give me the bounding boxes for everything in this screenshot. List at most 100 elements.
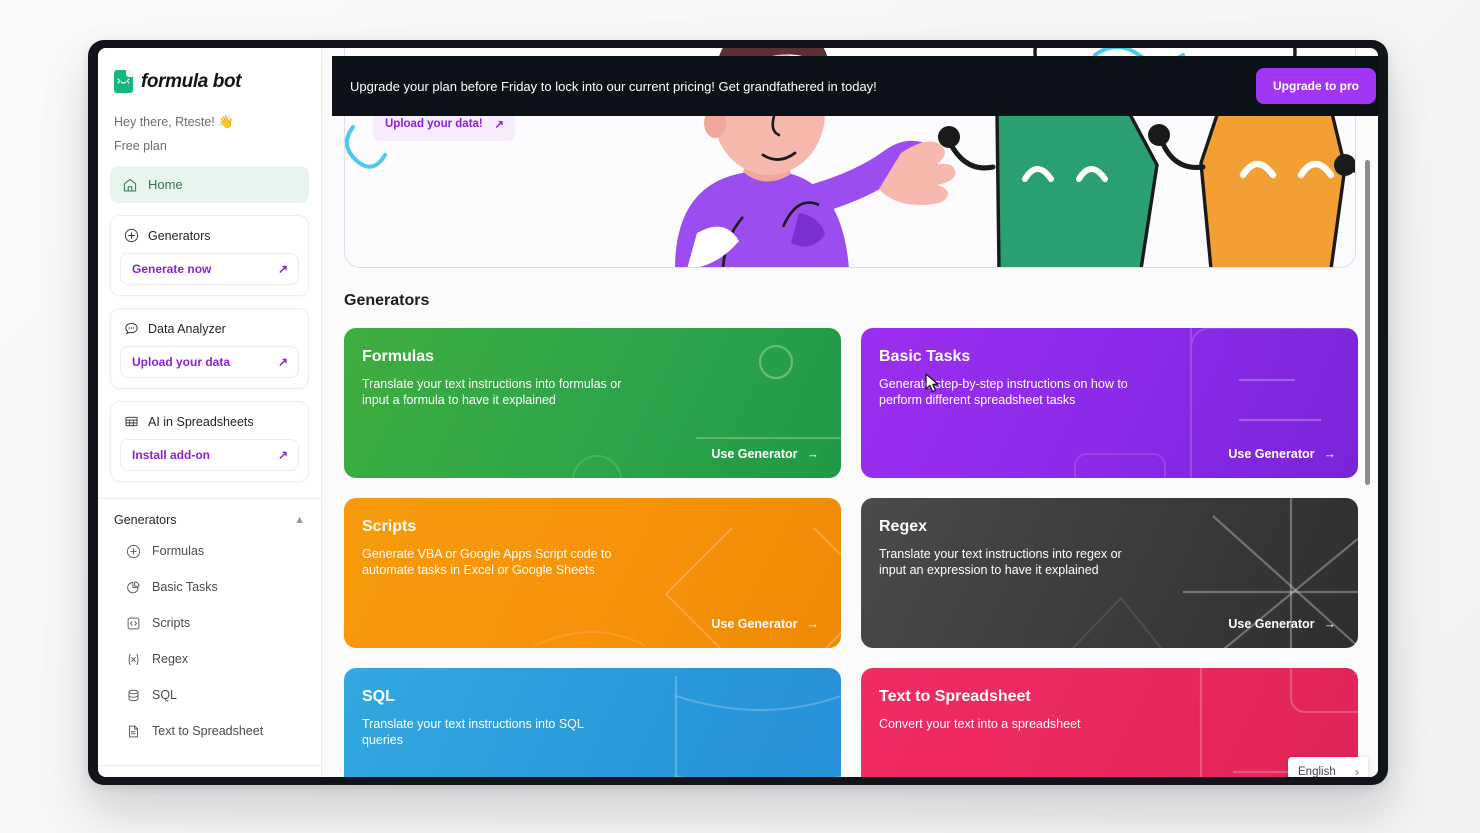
sidebar-card-ai-in-spreadsheets-header: AI in Spreadsheets [120,412,299,429]
sidebar-card-generators-title: Generators [148,228,211,243]
generator-tile-scripts-title: Scripts [362,518,417,535]
sidebar-item-basic-tasks[interactable]: Basic Tasks [98,569,321,605]
chat-dots-icon [125,322,138,335]
generator-tile-text-to-spreadsheet[interactable]: Text to Spreadsheet Convert your text in… [861,668,1358,777]
sidebar-item-home-label: Home [148,177,183,192]
main-content: Upload your data! ↗ Generators Formulas [322,48,1378,777]
page-title: Generators [344,292,430,309]
generator-tile-regex-title: Regex [879,518,928,535]
use-generator-label: Use Generator [1228,617,1315,631]
brand-name: formula bot [141,70,242,92]
use-generator-label: Use Generator [711,447,798,461]
generator-tile-regex[interactable]: Regex Translate your text instructions i… [861,498,1358,648]
generator-tile-sql-description: Translate your text instructions into SQ… [362,717,584,747]
generator-tile-sql-title: SQL [362,688,395,705]
sidebar-card-generators-cta-label: Generate now [132,262,212,276]
app-viewport: formula bot Hey there, Rteste! 👋 Free pl… [98,48,1378,777]
sidebar-item-regex-label: Regex [152,652,189,666]
arrow-right-icon: → [806,617,820,631]
arrow-right-icon: → [1323,447,1337,461]
generator-tile-sql[interactable]: SQL Translate your text instructions int… [344,668,841,777]
pie-chart-icon [127,580,140,593]
sidebar-item-text-to-spreadsheet[interactable]: Text to Spreadsheet [98,713,321,749]
generator-tile-regex-use-button[interactable]: Use Generator → [1228,617,1336,631]
user-greeting: Hey there, Rteste! 👋 [114,115,234,129]
table-icon [125,416,138,427]
sidebar-card-data-analyzer: Data Analyzer Upload your data ↗ [110,308,309,389]
language-selector[interactable]: English › [1288,757,1368,777]
arrow-up-right-icon: ↗ [277,448,288,462]
sidebar-section-generators: Generators ▲ Formulas Basic Tasks Script… [98,498,321,749]
sidebar-subnav-generators: Formulas Basic Tasks Scripts Regex SQL T… [98,533,321,749]
generator-tile-formulas-description: Translate your text instructions into fo… [362,377,622,407]
generator-tile-text-to-spreadsheet-title: Text to Spreadsheet [879,688,1031,705]
arrow-up-right-icon: ↗ [494,119,504,131]
sidebar-card-ai-in-spreadsheets-cta[interactable]: Install add-on ↗ [120,439,299,471]
sidebar-card-data-analyzer-cta[interactable]: Upload your data ↗ [120,346,299,378]
sidebar: formula bot Hey there, Rteste! 👋 Free pl… [98,48,322,777]
plus-circle-icon [124,228,139,243]
sidebar-item-scripts-label: Scripts [152,616,191,630]
sidebar-card-ai-in-spreadsheets: AI in Spreadsheets Install add-on ↗ [110,401,309,482]
brand-logo[interactable]: formula bot [98,48,321,93]
language-selector-label: English [1298,766,1336,777]
sidebar-item-regex[interactable]: Regex [98,641,321,677]
sidebar-section-account: Account ▲ [98,765,321,777]
chevron-right-icon: › [1355,765,1359,777]
scrollbar-thumb[interactable] [1365,160,1370,485]
arrow-up-right-icon: ↗ [277,262,288,276]
home-icon [123,178,137,192]
sidebar-card-generators-cta[interactable]: Generate now ↗ [120,253,299,285]
generator-tile-scripts[interactable]: Scripts Generate VBA or Google Apps Scri… [344,498,841,648]
use-generator-label: Use Generator [711,617,798,631]
logo-face-icon [117,78,130,84]
database-icon [128,689,139,701]
chevron-up-icon: ▲ [294,513,305,526]
generator-tile-scripts-use-button[interactable]: Use Generator → [711,617,819,631]
sidebar-item-formulas-label: Formulas [152,544,205,558]
sidebar-item-text-to-spreadsheet-label: Text to Spreadsheet [152,724,264,738]
sidebar-card-ai-in-spreadsheets-title: AI in Spreadsheets [148,414,254,429]
sidebar-item-sql[interactable]: SQL [98,677,321,713]
sidebar-item-formulas[interactable]: Formulas [98,533,321,569]
generators-grid: Formulas Translate your text instruction… [344,328,1358,777]
sidebar-item-home[interactable]: Home [110,166,309,203]
plus-circle-icon [126,544,141,558]
sidebar-section-generators-title: Generators [114,513,177,527]
arrow-right-icon: → [806,447,820,461]
generator-tile-regex-description: Translate your text instructions into re… [879,547,1122,577]
generator-tile-formulas-use-button[interactable]: Use Generator → [711,447,819,461]
sidebar-item-basic-tasks-label: Basic Tasks [152,580,218,594]
device-frame: formula bot Hey there, Rteste! 👋 Free pl… [88,40,1388,785]
screen: formula bot Hey there, Rteste! 👋 Free pl… [0,0,1480,833]
upgrade-banner-message: Upgrade your plan before Friday to lock … [350,78,877,94]
upgrade-banner: Upgrade your plan before Friday to lock … [332,56,1378,116]
sidebar-card-generators-header: Generators [120,226,299,243]
sidebar-card-data-analyzer-title: Data Analyzer [148,321,226,336]
generator-tile-text-to-spreadsheet-description: Convert your text into a spreadsheet [879,717,1081,731]
generator-tile-basic-tasks-description: Generate step-by-step instructions on ho… [879,377,1128,407]
generator-tile-formulas[interactable]: Formulas Translate your text instruction… [344,328,841,478]
sidebar-item-sql-label: SQL [152,688,178,702]
code-brackets-icon [127,617,140,629]
formula-bot-logo-icon [114,70,133,93]
sidebar-card-data-analyzer-cta-label: Upload your data [132,355,231,369]
function-x-icon [128,653,139,665]
hero-upload-chip-label: Upload your data! [385,118,483,130]
upgrade-to-pro-button[interactable]: Upgrade to pro [1256,68,1376,104]
sidebar-card-ai-in-spreadsheets-cta-label: Install add-on [132,448,210,462]
arrow-up-right-icon: ↗ [277,355,288,369]
plan-label: Free plan [114,139,167,153]
sidebar-item-scripts[interactable]: Scripts [98,605,321,641]
generator-tile-basic-tasks-use-button[interactable]: Use Generator → [1228,447,1336,461]
sidebar-section-generators-header[interactable]: Generators ▲ [98,513,321,527]
use-generator-label: Use Generator [1228,447,1315,461]
arrow-right-icon: → [1323,617,1337,631]
sidebar-card-data-analyzer-header: Data Analyzer [120,319,299,336]
generator-tile-basic-tasks[interactable]: Basic Tasks Generate step-by-step instru… [861,328,1358,478]
generator-tile-basic-tasks-title: Basic Tasks [879,348,971,365]
sidebar-card-generators: Generators Generate now ↗ [110,215,309,296]
generator-tile-scripts-description: Generate VBA or Google Apps Script code … [362,547,612,577]
generator-tile-formulas-title: Formulas [362,348,435,365]
document-lines-icon [129,725,138,737]
